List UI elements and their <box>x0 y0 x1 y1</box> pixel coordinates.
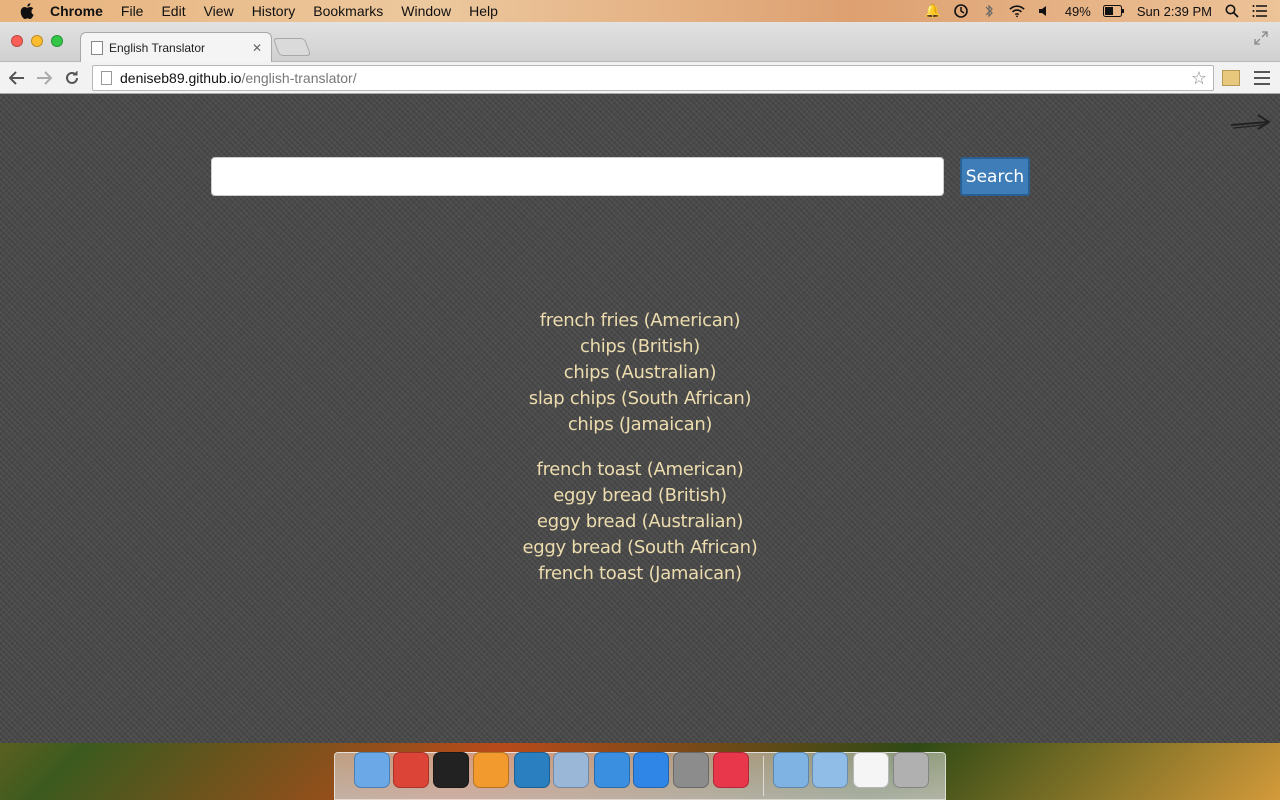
bluetooth-icon[interactable] <box>981 3 997 19</box>
menu-view[interactable]: View <box>204 3 234 19</box>
window-close-button[interactable] <box>11 35 23 47</box>
spotlight-search-icon[interactable] <box>1224 3 1240 19</box>
notification-center-icon[interactable] <box>1252 3 1268 19</box>
menubar-clock[interactable]: Sun 2:39 PM <box>1137 4 1212 19</box>
time-machine-icon[interactable] <box>953 3 969 19</box>
result-line: french toast (Jamaican) <box>538 563 742 584</box>
volume-icon[interactable] <box>1037 3 1053 19</box>
result-group: french fries (American) chips (British) … <box>0 308 1280 438</box>
wifi-icon[interactable] <box>1009 3 1025 19</box>
search-input[interactable] <box>211 157 944 196</box>
back-arrow-icon[interactable] <box>7 68 27 88</box>
menu-window[interactable]: Window <box>401 3 451 19</box>
menu-bar: Chrome File Edit View History Bookmarks … <box>0 0 1280 22</box>
result-line: chips (Jamaican) <box>567 414 713 435</box>
translation-results: french fries (American) chips (British) … <box>0 308 1280 606</box>
result-line: eggy bread (South African) <box>522 537 758 558</box>
result-line: eggy bread (Australian) <box>536 511 744 532</box>
result-line: slap chips (South African) <box>528 388 752 409</box>
browser-window: English Translator ✕ deniseb89.github.io… <box>0 22 1280 743</box>
notification-bell-icon[interactable]: 🔔 <box>925 3 941 19</box>
chat-icon[interactable] <box>514 752 550 788</box>
battery-icon[interactable] <box>1102 3 1125 19</box>
fullscreen-icon[interactable] <box>1254 31 1270 47</box>
documents-folder-icon[interactable] <box>812 752 848 788</box>
safari-icon[interactable] <box>594 752 630 788</box>
url-host: deniseb89.github.io <box>120 70 242 86</box>
battery-percent: 49% <box>1064 3 1091 19</box>
apple-menu-icon[interactable] <box>18 2 36 20</box>
tab-strip: English Translator ✕ <box>0 22 1280 62</box>
result-line: eggy bread (British) <box>553 485 727 506</box>
page-icon <box>101 71 112 85</box>
app-store-icon[interactable] <box>633 752 669 788</box>
applications-folder-icon[interactable] <box>773 752 809 788</box>
tab-close-icon[interactable]: ✕ <box>249 41 265 55</box>
browser-toolbar: deniseb89.github.io/english-translator/ … <box>0 62 1280 94</box>
page-favicon-icon <box>91 40 103 55</box>
result-line: chips (British) <box>580 336 700 357</box>
new-tab-button[interactable] <box>272 38 312 56</box>
menu-extras: 🔔 49% Sun 2:39 PM <box>919 0 1280 22</box>
url-path: /english-translator/ <box>241 70 357 86</box>
window-minimize-button[interactable] <box>31 35 43 47</box>
page-content: Search french fries (American) chips (Br… <box>0 95 1280 743</box>
menu-bookmarks[interactable]: Bookmarks <box>313 3 383 19</box>
reload-icon[interactable] <box>62 68 82 88</box>
bookmark-star-icon[interactable]: ☆ <box>1191 68 1207 89</box>
finder-icon[interactable] <box>354 752 390 788</box>
tab-title: English Translator <box>109 40 206 55</box>
right-arrow-icon[interactable] <box>1228 111 1272 137</box>
itunes-icon[interactable] <box>713 752 749 788</box>
menu-app-name[interactable]: Chrome <box>50 3 103 19</box>
trash-icon[interactable] <box>893 752 929 788</box>
result-line: french toast (American) <box>536 459 744 480</box>
system-preferences-icon[interactable] <box>673 752 709 788</box>
result-line: french fries (American) <box>539 310 741 331</box>
result-group: french toast (American) eggy bread (Brit… <box>0 457 1280 587</box>
menu-history[interactable]: History <box>252 3 296 19</box>
window-zoom-button[interactable] <box>51 35 63 47</box>
extension-icon[interactable] <box>1222 70 1240 86</box>
document-icon[interactable] <box>853 752 889 788</box>
dock-separator <box>763 756 764 796</box>
tab-english-translator[interactable]: English Translator ✕ <box>80 32 272 62</box>
search-button[interactable]: Search <box>960 157 1030 196</box>
result-line: chips (Australian) <box>563 362 717 383</box>
chrome-icon[interactable] <box>393 752 429 788</box>
forward-arrow-icon[interactable] <box>34 68 54 88</box>
preview-icon[interactable] <box>553 752 589 788</box>
menu-file[interactable]: File <box>121 3 144 19</box>
sublime-text-icon[interactable] <box>473 752 509 788</box>
menu-edit[interactable]: Edit <box>161 3 185 19</box>
chrome-menu-icon[interactable] <box>1254 69 1270 87</box>
address-bar[interactable]: deniseb89.github.io/english-translator/ … <box>92 65 1214 91</box>
terminal-icon[interactable] <box>433 752 469 788</box>
menu-help[interactable]: Help <box>469 3 498 19</box>
